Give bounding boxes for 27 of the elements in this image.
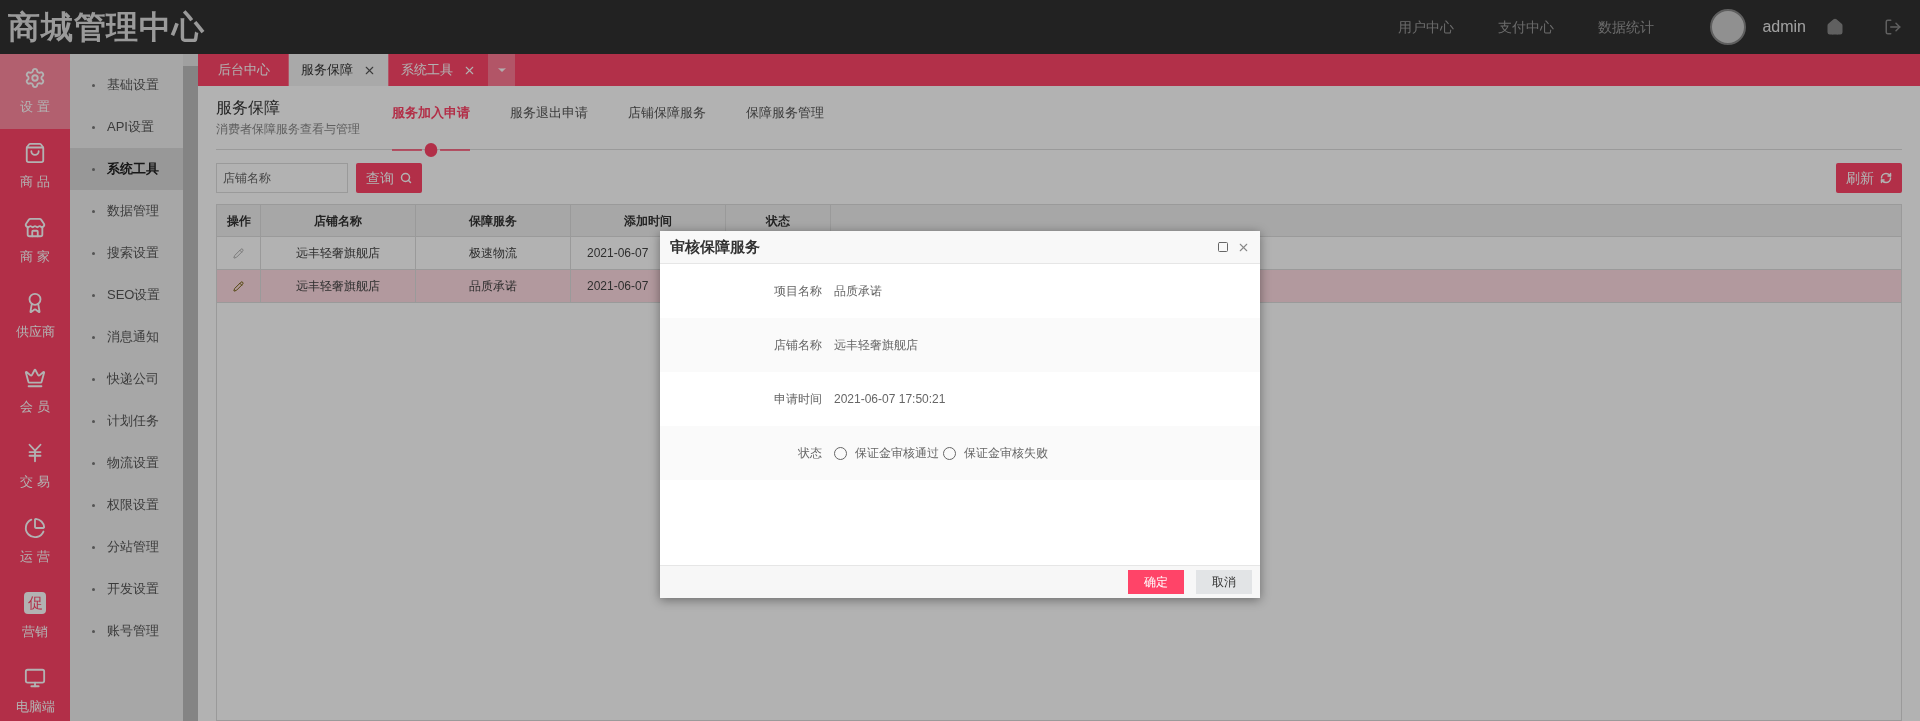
table-cell: 远丰轻奢旗舰店 bbox=[261, 270, 416, 302]
sidebar-label: 运 营 bbox=[20, 547, 50, 566]
column-header: 操作 bbox=[217, 205, 261, 236]
column-header: 保障服务 bbox=[416, 205, 571, 236]
sidebar-label: 设 置 bbox=[20, 97, 50, 116]
promo-icon: 促 bbox=[24, 591, 46, 614]
field-value: 远丰轻奢旗舰店 bbox=[834, 337, 918, 354]
field-label: 项目名称 bbox=[773, 283, 822, 300]
sidebar-label: 营销 bbox=[22, 622, 48, 641]
app-title: 商城管理中心 bbox=[8, 8, 205, 47]
sidebar-label: 供应商 bbox=[15, 322, 55, 341]
sidebar-label: 商 家 bbox=[20, 247, 50, 266]
field-value: 2021-06-07 17:50:21 bbox=[834, 391, 946, 408]
sidebar-label: 交 易 bbox=[20, 472, 50, 491]
table-cell: 极速物流 bbox=[416, 237, 571, 269]
column-header: 店铺名称 bbox=[261, 205, 416, 236]
field-label: 店铺名称 bbox=[773, 337, 822, 354]
field-label: 申请时间 bbox=[773, 391, 822, 408]
page-subtitle: 消费者保障服务查看与管理 bbox=[216, 121, 361, 138]
sidebar-label: 商 品 bbox=[20, 172, 50, 191]
sidebar-label: 电脑端 bbox=[15, 697, 55, 716]
table-cell: 远丰轻奢旗舰店 bbox=[261, 237, 416, 269]
sidebar-label: 会 员 bbox=[20, 397, 50, 416]
table-cell: 品质承诺 bbox=[416, 270, 571, 302]
field-label: 状态 bbox=[797, 445, 822, 462]
page-title: 服务保障 bbox=[216, 98, 281, 118]
field-value: 品质承诺 bbox=[834, 283, 882, 300]
